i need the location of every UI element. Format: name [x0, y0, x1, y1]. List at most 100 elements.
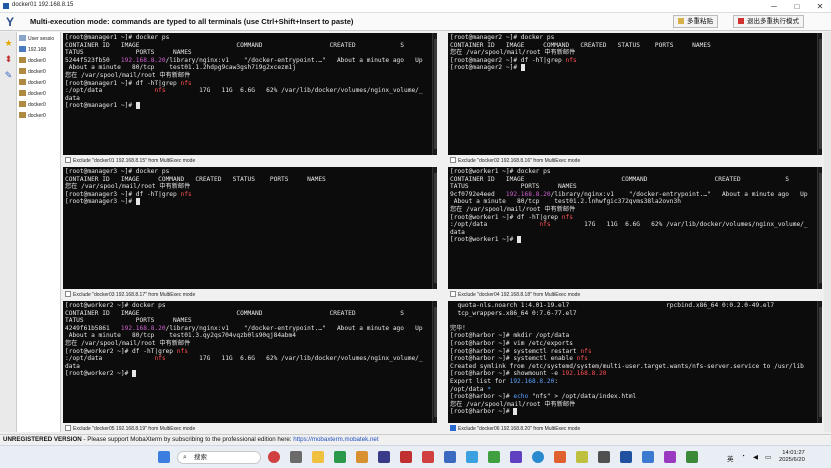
exclude-checkbox-docker01[interactable]: Exclude "docker01 192.168.8.15" from Mul… — [65, 156, 195, 166]
terminal-docker03[interactable]: [root@manager3 ~]# docker ps CONTAINER I… — [63, 167, 437, 289]
session-label: 192.168 — [28, 47, 47, 53]
taskview-icon[interactable] — [290, 451, 302, 463]
multi-paste-label: 多重粘贴 — [687, 18, 713, 25]
app-icon[interactable] — [400, 451, 412, 463]
multi-paste-button[interactable]: 多重粘贴 — [673, 15, 718, 28]
app-icon[interactable] — [598, 451, 610, 463]
multiexec-header: Y Multi-execution mode: commands are typ… — [0, 13, 831, 31]
app-icon[interactable] — [664, 451, 676, 463]
terminal-docker01[interactable]: [root@manager1 ~]# docker ps CONTAINER I… — [63, 33, 437, 155]
windows-taskbar: ⌕ 搜索 英 ◔ ◀ ▭ 14:01:27 2025/6/20 — [0, 445, 831, 468]
app-icon[interactable] — [510, 451, 522, 463]
session-item[interactable]: docker0 — [19, 112, 61, 121]
battery-icon[interactable]: ▭ — [765, 453, 771, 461]
session-label: docker0 — [28, 113, 46, 119]
terminal-output[interactable]: [root@manager3 ~]# docker ps CONTAINER I… — [63, 167, 437, 207]
terminal-output[interactable]: [root@manager2 ~]# docker ps CONTAINER I… — [448, 33, 822, 73]
exclude-label: Exclude "docker02 192.168.8.16" from Mul… — [458, 158, 581, 164]
exclude-checkbox-docker02[interactable]: Exclude "docker02 192.168.8.16" from Mul… — [450, 156, 580, 166]
session-icon — [19, 101, 26, 107]
exclude-checkbox-docker05[interactable]: Exclude "docker05 192.168.8.19" from Mul… — [65, 424, 195, 434]
exit-icon — [738, 18, 744, 24]
app-icon[interactable] — [642, 451, 654, 463]
star-icon[interactable]: ★ — [3, 38, 14, 49]
pin-icon[interactable]: ⬍ — [3, 54, 14, 65]
terminal-scrollbar[interactable] — [817, 33, 822, 155]
session-label: docker0 — [28, 80, 46, 86]
terminal-output[interactable]: [root@manager1 ~]# docker ps CONTAINER I… — [63, 33, 437, 111]
session-tree: User sessio 192.168 docker0 docker0 dock… — [17, 32, 61, 432]
app-icon[interactable] — [488, 451, 500, 463]
app-icon[interactable] — [334, 451, 346, 463]
terminal-output[interactable]: quota-nls.noarch 1:4.01-19.el7 rpcbind.x… — [448, 301, 822, 417]
app-icon[interactable] — [686, 451, 698, 463]
status-text: - Please support MobaXterm by subscribin… — [81, 436, 294, 443]
session-icon — [19, 68, 26, 74]
clock[interactable]: 14:01:27 2025/6/20 — [779, 450, 805, 464]
app-icon[interactable] — [422, 451, 434, 463]
session-label: docker0 — [28, 58, 46, 64]
app-icon[interactable] — [576, 451, 588, 463]
session-item[interactable]: docker0 — [19, 68, 61, 77]
session-item[interactable]: docker0 — [19, 90, 61, 99]
chrome-icon[interactable] — [268, 451, 280, 463]
app-icon[interactable] — [466, 451, 478, 463]
terminal-scrollbar[interactable] — [817, 167, 822, 289]
edit-icon[interactable]: ✎ — [3, 70, 14, 81]
exclude-checkbox-docker04[interactable]: Exclude "docker04 192.168.8.18" from Mul… — [450, 290, 580, 300]
minimize-button[interactable]: ─ — [763, 0, 785, 13]
terminal-docker06[interactable]: quota-nls.noarch 1:4.01-19.el7 rpcbind.x… — [448, 301, 822, 423]
session-icon — [19, 46, 26, 52]
session-item[interactable]: docker0 — [19, 101, 61, 110]
multiexec-message: Multi-execution mode: commands are typed… — [30, 17, 354, 26]
app-icon[interactable] — [620, 451, 632, 463]
network-icon[interactable]: ◔ — [741, 453, 745, 460]
exclude-label: Exclude "docker04 192.168.8.18" from Mul… — [458, 292, 581, 298]
folder-icon[interactable] — [356, 451, 368, 463]
terminal-output[interactable]: [root@worker2 ~]# docker ps CONTAINER ID… — [63, 301, 437, 379]
folder-icon — [19, 35, 26, 41]
input-language[interactable]: 英 — [727, 453, 734, 463]
terminal-docker05[interactable]: [root@worker2 ~]# docker ps CONTAINER ID… — [63, 301, 437, 423]
checkbox-icon — [65, 425, 71, 431]
window-title: docker01 192.168.8.15 — [12, 2, 74, 8]
terminal-docker02[interactable]: [root@manager2 ~]# docker ps CONTAINER I… — [448, 33, 822, 155]
terminal-docker04[interactable]: [root@worker1 ~]# docker ps CONTAINER ID… — [448, 167, 822, 289]
app-icon[interactable] — [444, 451, 456, 463]
session-item[interactable]: 192.168 — [19, 46, 61, 55]
exclude-label: Exclude "docker06 192.168.8.20" from Mul… — [458, 426, 581, 432]
exclude-label: Exclude "docker05 192.168.8.19" from Mul… — [73, 426, 196, 432]
window-titlebar: docker01 192.168.8.15 ─ □ ✕ — [0, 0, 831, 13]
windows-start-icon[interactable] — [158, 451, 170, 463]
terminal-scrollbar[interactable] — [432, 301, 437, 423]
explorer-icon[interactable] — [312, 451, 324, 463]
terminal-scrollbar[interactable] — [817, 301, 822, 423]
checkbox-checked-icon — [450, 425, 456, 431]
checkbox-icon — [65, 157, 71, 163]
mobatek-link[interactable]: https://mobaxterm.mobatek.net — [293, 436, 378, 443]
mobaxterm-logo-icon: Y — [6, 15, 15, 29]
app-icon[interactable] — [378, 451, 390, 463]
volume-icon[interactable]: ◀ — [753, 453, 758, 461]
close-button[interactable]: ✕ — [809, 0, 831, 13]
sessions-root-label: User sessio — [28, 36, 55, 42]
main-vertical-scrollbar[interactable] — [824, 32, 831, 432]
exit-multiexec-button[interactable]: 退出多重执行模式 — [733, 15, 804, 28]
exclude-checkbox-docker06[interactable]: Exclude "docker06 192.168.8.20" from Mul… — [450, 424, 580, 434]
maximize-button[interactable]: □ — [786, 0, 808, 13]
unregistered-label: UNREGISTERED VERSION — [3, 436, 82, 443]
terminal-scrollbar[interactable] — [432, 33, 437, 155]
session-icon — [19, 90, 26, 96]
exclude-label: Exclude "docker01 192.168.8.15" from Mul… — [73, 158, 196, 164]
session-label: docker0 — [28, 91, 46, 97]
terminal-scrollbar[interactable] — [432, 167, 437, 289]
session-item[interactable]: docker0 — [19, 79, 61, 88]
sessions-root[interactable]: User sessio — [19, 35, 61, 44]
edge-icon[interactable] — [532, 451, 544, 463]
session-item[interactable]: docker0 — [19, 57, 61, 66]
session-icon — [19, 57, 26, 63]
exclude-checkbox-docker03[interactable]: Exclude "docker03 192.168.8.17" from Mul… — [65, 290, 195, 300]
app-icon[interactable] — [554, 451, 566, 463]
taskbar-search[interactable]: ⌕ 搜索 — [177, 451, 261, 464]
terminal-output[interactable]: [root@worker1 ~]# docker ps CONTAINER ID… — [448, 167, 822, 245]
